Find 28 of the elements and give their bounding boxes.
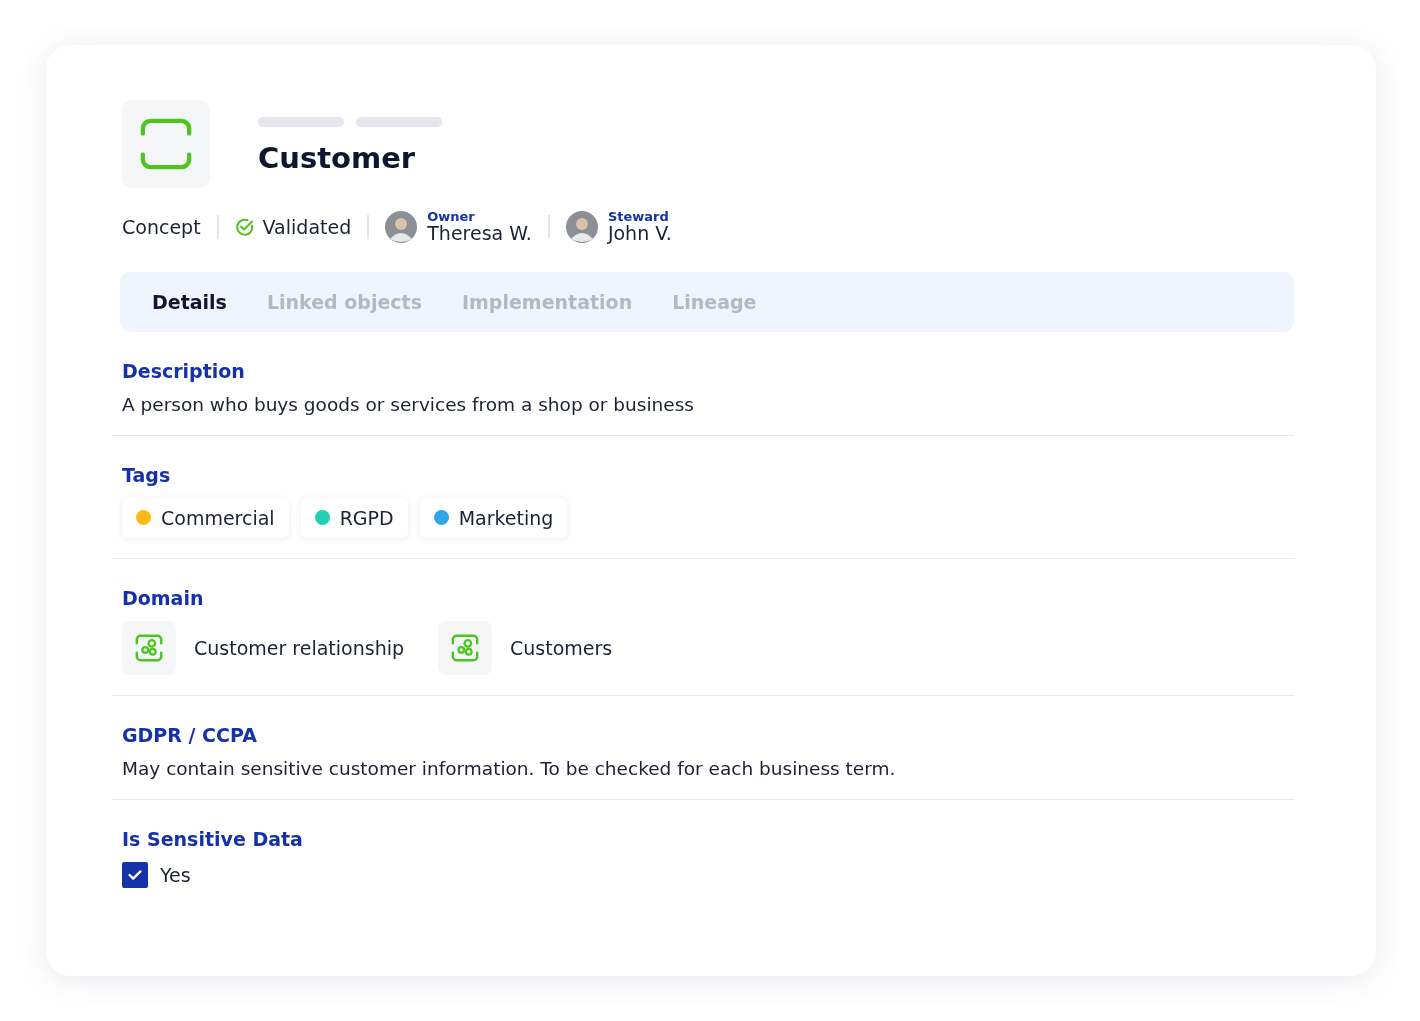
section-text: May contain sensitive customer information. To be checked for each business term. — [122, 757, 897, 779]
checkbox[interactable] — [122, 861, 148, 888]
domain-icon — [438, 620, 492, 675]
status-label: Validated — [262, 215, 352, 238]
avatar-icon — [565, 210, 598, 243]
domain-name[interactable]: Customers — [510, 636, 613, 659]
check-circle-icon — [234, 216, 255, 237]
tag-chip[interactable]: Commercial — [122, 497, 289, 538]
section-title: GDPR / CCPA — [122, 723, 258, 746]
domain-name[interactable]: Customer relationship — [194, 636, 404, 659]
role-label: Owner — [427, 210, 476, 224]
page-title: Customer — [258, 141, 417, 175]
person-name: John V. — [607, 223, 672, 244]
section-title: Domain — [122, 586, 205, 609]
tab[interactable]: Details — [134, 282, 245, 321]
section-title: Is Sensitive Data — [122, 827, 304, 850]
domain-icon — [122, 620, 176, 675]
concept-icon — [122, 100, 210, 188]
section-title: Description — [122, 359, 246, 382]
section-text: A person who buys goods or services from a shop or business — [122, 393, 695, 415]
avatar-icon — [385, 210, 418, 243]
tag-chip[interactable]: Marketing — [419, 497, 568, 538]
person-name: Theresa W. — [427, 223, 532, 244]
role-label: Steward — [607, 210, 670, 224]
section-title: Tags — [122, 463, 172, 486]
tag-chip[interactable]: RGPD — [300, 497, 408, 538]
checkbox-label: Yes — [160, 863, 191, 886]
object-type: Concept — [122, 215, 201, 238]
